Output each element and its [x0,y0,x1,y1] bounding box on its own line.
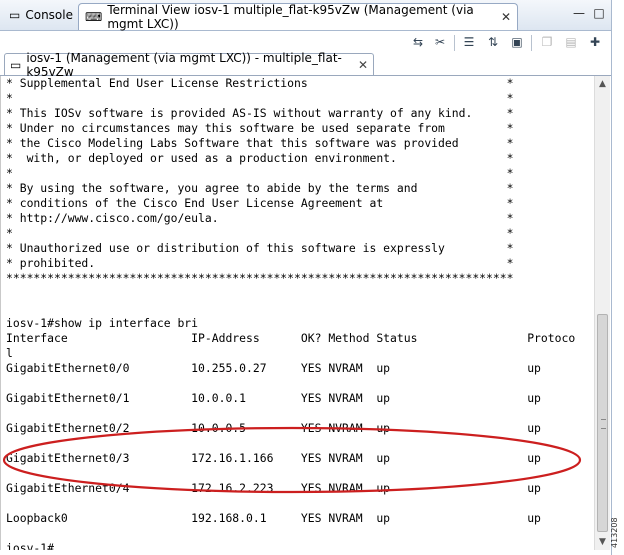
terminal-line: Loopback0 192.168.0.1 YES NVRAM up up [6,511,541,525]
terminal-line: * with, or deployed or used as a product… [6,151,514,165]
lock-icon[interactable]: ▣ [509,34,525,50]
terminal-line: ****************************************… [6,271,514,285]
terminal-tab-bar: ▭ iosv-1 (Management (via mgmt LXC)) - m… [0,51,612,79]
terminal-line: l [6,346,13,360]
terminal-output[interactable]: * Supplemental End User License Restrict… [0,76,595,550]
view-tab-bar: ▭ Console ⌨ Terminal View iosv-1 multipl… [0,0,612,31]
tab-console-label: Console [25,8,73,22]
toolbar-separator [531,35,532,51]
terminal-line: Interface IP-Address OK? Method Status P… [6,331,576,345]
terminal-icon: ⌨ [85,10,103,24]
console-icon: ▭ [9,8,21,22]
terminal-line: * * [6,226,514,240]
maximize-icon[interactable]: □ [592,6,606,20]
tab-terminal-label: Terminal View iosv-1 multiple_flat-k95vZ… [107,3,474,31]
terminal-line: * http://www.cisco.com/go/eula. * [6,211,514,225]
terminal-line: GigabitEthernet0/4 172.16.2.223 YES NVRA… [6,481,541,495]
grip-icon [601,419,606,429]
terminal-line: * This IOSv software is provided AS-IS w… [6,106,514,120]
tab-terminal-view[interactable]: ⌨ Terminal View iosv-1 multiple_flat-k95… [78,3,518,31]
tab-console[interactable]: ▭ Console [3,3,77,27]
scrollbar-thumb[interactable] [597,314,608,532]
terminal-line: GigabitEthernet0/0 10.255.0.27 YES NVRAM… [6,361,541,375]
terminal-line: GigabitEthernet0/3 172.16.1.166 YES NVRA… [6,451,541,465]
terminal-line: * Under no circumstances may this softwa… [6,121,514,135]
tab-iosv-1[interactable]: ▭ iosv-1 (Management (via mgmt LXC)) - m… [4,51,374,79]
copy-icon[interactable]: ❐ [539,34,555,50]
new-terminal-icon[interactable]: ✚ [587,34,603,50]
terminal-line: * Unauthorized use or distribution of th… [6,241,514,255]
terminal-line: * conditions of the Cisco End User Licen… [6,196,514,210]
vertical-scrollbar[interactable]: ▲ ▼ [594,76,610,550]
close-icon[interactable]: ✕ [501,10,511,24]
paste-icon[interactable]: ▤ [563,34,579,50]
window-border [611,0,612,555]
terminal-line: * Supplemental End User License Restrict… [6,76,514,90]
terminal-line: * the Cisco Modeling Labs Software that … [6,136,514,150]
terminal-line: * prohibited. * [6,256,514,270]
scroll-up-icon[interactable]: ▲ [595,76,610,92]
terminal-line: iosv-1#show ip interface bri [6,316,199,330]
tab-iosv-1-label: iosv-1 (Management (via mgmt LXC)) - mul… [26,50,342,79]
terminal-line: GigabitEthernet0/2 10.0.0.5 YES NVRAM up… [6,421,541,435]
terminal-line: * * [6,166,514,180]
toolbar-separator [454,35,455,51]
scroll-down-icon[interactable]: ▼ [595,534,610,550]
minimize-icon[interactable]: — [572,6,586,20]
scroll-lock-icon[interactable]: ⇅ [485,34,501,50]
terminal-text: * Supplemental End User License Restrict… [1,76,595,550]
terminal-icon: ▭ [10,57,22,72]
terminal-line: * By using the software, you agree to ab… [6,181,514,195]
connect-icon[interactable]: ⇆ [410,34,426,50]
figure-number: 413208 [610,517,619,548]
terminal-line: * * [6,91,514,105]
terminal-line: iosv-1# [6,541,55,550]
disconnect-icon[interactable]: ✂ [432,34,448,50]
close-icon[interactable]: ✕ [358,58,368,72]
terminal-line: GigabitEthernet0/1 10.0.0.1 YES NVRAM up… [6,391,541,405]
settings-icon[interactable]: ☰ [461,34,477,50]
